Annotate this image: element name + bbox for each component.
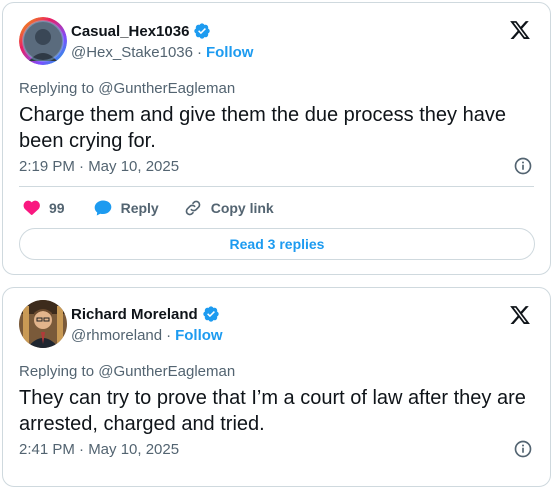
replying-to[interactable]: Replying to @GuntherEagleman	[19, 363, 235, 380]
copy-link-label: Copy link	[210, 200, 274, 216]
display-name[interactable]: Casual_Hex1036	[71, 22, 211, 40]
info-icon[interactable]	[513, 439, 533, 459]
tweet-text: They can try to prove that I’m a court o…	[19, 387, 526, 435]
divider	[19, 186, 534, 187]
avatar-image	[19, 17, 67, 65]
x-logo-icon[interactable]	[509, 304, 531, 326]
action-bar: 99 Reply Copy link	[21, 198, 274, 218]
timestamp[interactable]: 2:41 PM · May 10, 2025	[19, 441, 179, 458]
follow-button[interactable]: Follow	[206, 44, 254, 61]
info-icon[interactable]	[513, 156, 533, 176]
verified-badge-icon	[194, 23, 211, 39]
avatar[interactable]	[19, 300, 67, 348]
follow-button[interactable]: Follow	[175, 327, 223, 344]
display-name[interactable]: Richard Moreland	[71, 305, 220, 323]
avatar-image	[19, 300, 67, 348]
timestamp[interactable]: 2:19 PM · May 10, 2025	[19, 158, 179, 175]
handle-row: @rhmoreland · Follow	[71, 327, 223, 344]
reply-bubble-icon	[94, 200, 111, 216]
read-replies-button[interactable]: Read 3 replies	[19, 228, 535, 260]
handle[interactable]: @Hex_Stake1036	[71, 44, 193, 61]
link-icon	[185, 200, 201, 216]
x-logo-icon[interactable]	[509, 19, 531, 41]
display-name-text[interactable]: Richard Moreland	[71, 306, 198, 323]
reply-button[interactable]: Reply	[93, 198, 159, 218]
handle-row: @Hex_Stake1036 · Follow	[71, 44, 254, 61]
copy-link-button[interactable]: Copy link	[183, 198, 274, 218]
heart-icon	[23, 200, 40, 215]
like-button[interactable]: 99	[21, 198, 65, 218]
like-count: 99	[49, 200, 65, 216]
tweet-card: Richard Moreland @rhmoreland · Follow Repl…	[2, 287, 551, 487]
tweet-card: Casual_Hex1036 @Hex_Stake1036 · Follow Rep…	[2, 2, 551, 275]
tweet-text: Charge them and give them the due proces…	[19, 104, 506, 152]
verified-badge-icon	[203, 306, 219, 322]
avatar[interactable]	[19, 17, 67, 65]
display-name-text[interactable]: Casual_Hex1036	[71, 23, 189, 40]
handle[interactable]: @rhmoreland	[71, 327, 162, 344]
replying-to[interactable]: Replying to @GuntherEagleman	[19, 80, 235, 97]
reply-label: Reply	[120, 200, 159, 216]
